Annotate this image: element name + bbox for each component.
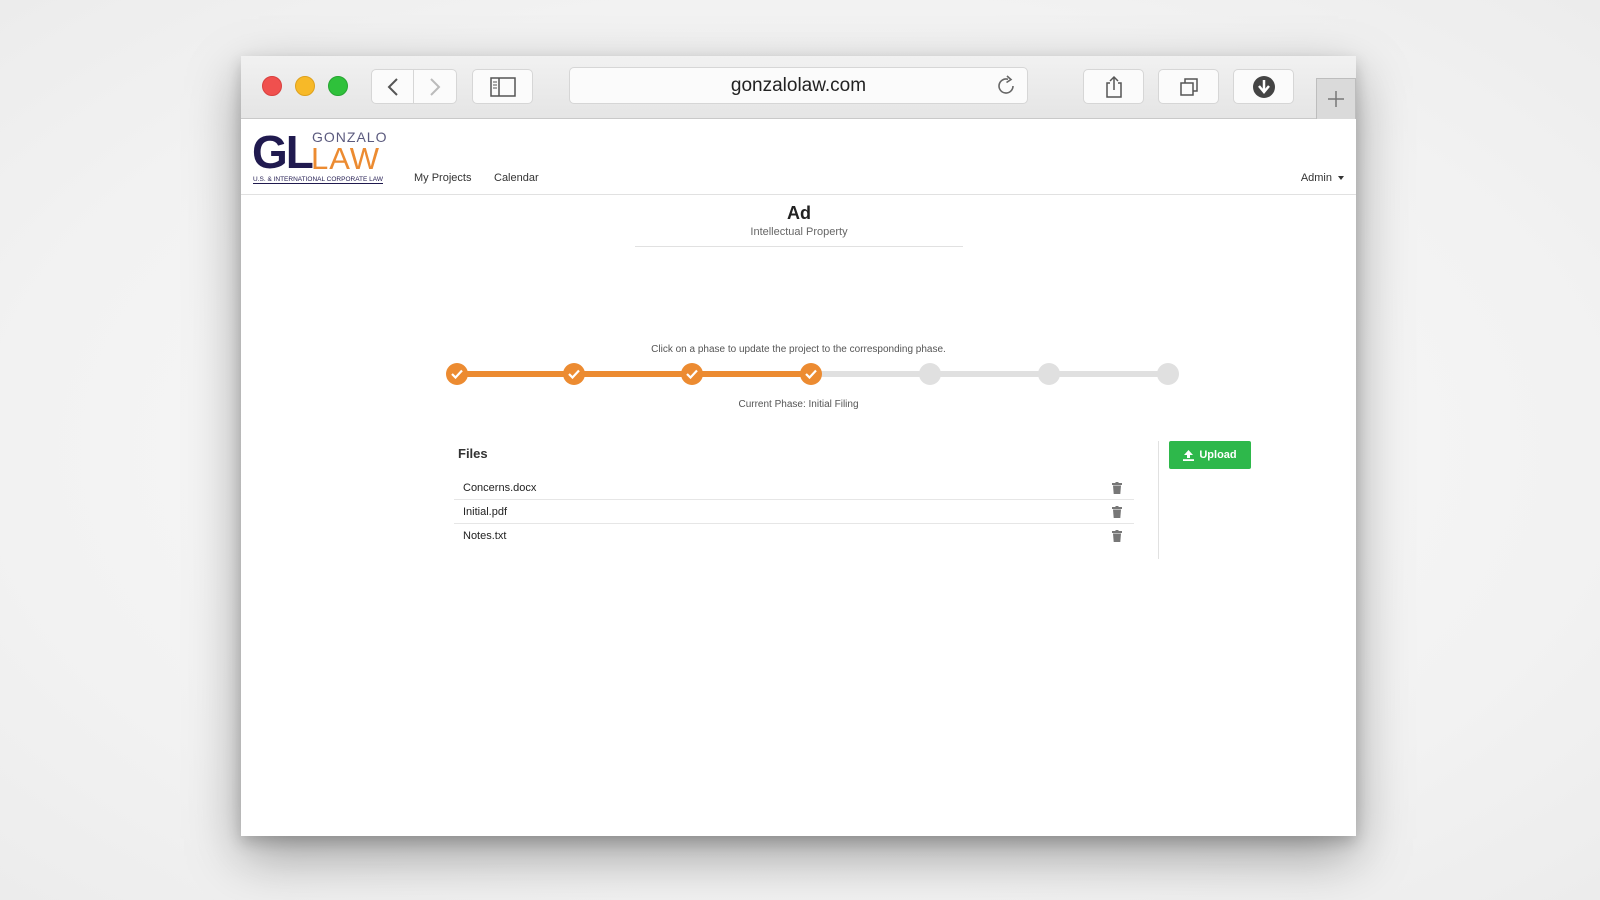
upload-label: Upload	[1199, 449, 1237, 461]
share-button[interactable]	[1083, 69, 1144, 104]
checkmark-icon	[451, 369, 463, 379]
current-phase-label: Current Phase: Initial Filing	[738, 399, 859, 410]
download-icon	[1252, 75, 1275, 98]
logo-mark: GL	[252, 126, 314, 178]
phase-hint: Click on a phase to update the project t…	[651, 344, 946, 355]
phase-step-4[interactable]	[800, 363, 822, 385]
plus-icon	[1328, 91, 1344, 107]
sidebar-icon	[489, 76, 516, 97]
project-category: Intellectual Property	[750, 226, 848, 238]
upload-button[interactable]: Upload	[1169, 441, 1251, 469]
nav-calendar[interactable]: Calendar	[494, 172, 539, 184]
panel-divider	[1158, 441, 1159, 559]
site-logo[interactable]: GL GONZALO LAW U.S. & INTERNATIONAL CORP…	[252, 126, 386, 185]
trash-icon[interactable]	[1112, 481, 1122, 494]
downloads-button[interactable]	[1233, 69, 1294, 104]
phase-step-6[interactable]	[1038, 363, 1060, 385]
phase-step-5[interactable]	[919, 363, 941, 385]
phase-step-2[interactable]	[563, 363, 585, 385]
tabs-icon	[1179, 77, 1198, 96]
phase-track-progress	[457, 371, 812, 377]
file-name[interactable]: Initial.pdf	[463, 506, 507, 518]
back-icon	[387, 77, 398, 96]
file-row[interactable]: Concerns.docx	[454, 476, 1134, 500]
trash-icon[interactable]	[1112, 530, 1122, 542]
back-button[interactable]	[371, 69, 414, 104]
logo-tagline: U.S. & INTERNATIONAL CORPORATE LAW	[253, 176, 384, 184]
reload-icon[interactable]	[995, 75, 1017, 97]
web-page: GL GONZALO LAW U.S. & INTERNATIONAL CORP…	[241, 119, 1356, 836]
file-name[interactable]: Notes.txt	[463, 530, 506, 542]
sidebar-toggle-button[interactable]	[472, 69, 533, 104]
phase-timeline	[446, 363, 1179, 385]
file-row[interactable]: Notes.txt	[454, 524, 1134, 548]
site-navbar: GL GONZALO LAW U.S. & INTERNATIONAL CORP…	[241, 119, 1356, 195]
forward-button[interactable]	[414, 69, 457, 104]
phase-step-1[interactable]	[446, 363, 468, 385]
address-bar[interactable]: gonzalolaw.com	[569, 67, 1028, 104]
forward-icon	[430, 77, 441, 96]
files-heading: Files	[458, 446, 488, 461]
caret-down-icon	[1338, 176, 1344, 180]
share-icon	[1105, 75, 1122, 98]
file-name[interactable]: Concerns.docx	[463, 482, 536, 494]
phase-step-3[interactable]	[681, 363, 703, 385]
tabs-overview-button[interactable]	[1158, 69, 1219, 104]
logo-word-bottom: LAW	[311, 141, 381, 176]
nav-my-projects[interactable]: My Projects	[414, 172, 471, 184]
browser-window: gonzalolaw.com GL GONZALO LAW U.S. & INT…	[241, 56, 1356, 836]
new-tab-button[interactable]	[1316, 78, 1356, 119]
browser-toolbar: gonzalolaw.com	[241, 56, 1356, 119]
zoom-window-button[interactable]	[328, 76, 348, 96]
project-header: Ad Intellectual Property	[635, 202, 963, 247]
close-window-button[interactable]	[262, 76, 282, 96]
project-title: Ad	[787, 203, 811, 223]
checkmark-icon	[686, 369, 698, 379]
files-panel: Files Concerns.docx Initial.pdf Notes.tx…	[454, 446, 1134, 548]
phase-step-7[interactable]	[1157, 363, 1179, 385]
admin-menu-label: Admin	[1300, 172, 1332, 184]
trash-icon[interactable]	[1112, 505, 1122, 518]
url-text: gonzalolaw.com	[730, 74, 867, 96]
minimize-window-button[interactable]	[295, 76, 315, 96]
upload-icon	[1183, 449, 1195, 461]
checkmark-icon	[805, 369, 817, 379]
file-row[interactable]: Initial.pdf	[454, 500, 1134, 524]
admin-menu[interactable]: Admin	[1301, 172, 1344, 184]
checkmark-icon	[568, 369, 580, 379]
